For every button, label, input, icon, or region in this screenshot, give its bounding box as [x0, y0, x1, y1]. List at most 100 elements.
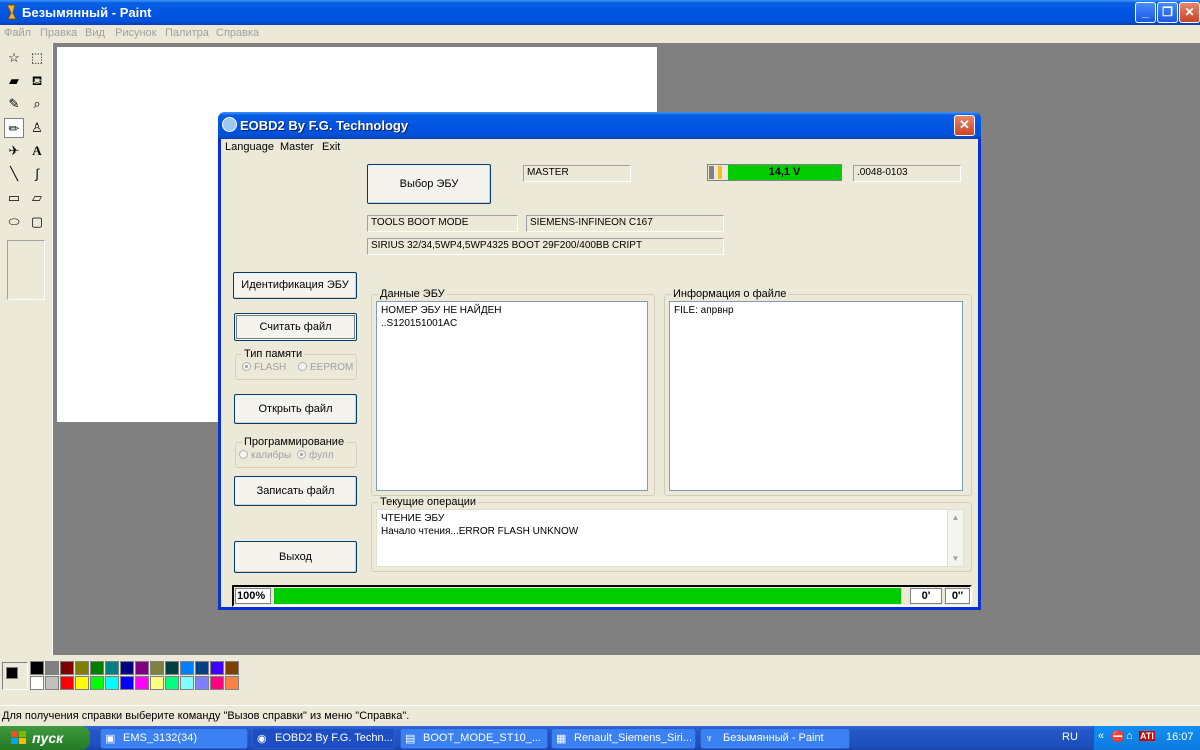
paint-menu-bar: Файл Правка Вид Рисунок Палитра Справка	[0, 25, 1200, 43]
color-swatch[interactable]	[30, 676, 44, 690]
color-swatch[interactable]	[180, 676, 194, 690]
flash-radio[interactable]: FLASH	[242, 362, 286, 373]
file-info-line: FILE: апрвнр	[674, 305, 734, 316]
color-swatch[interactable]	[210, 676, 224, 690]
color-picker-icon[interactable]: ✎	[4, 94, 24, 114]
file-info-list[interactable]: FILE: апрвнр	[669, 301, 963, 491]
task-paint[interactable]: ♆ Безымянный - Paint	[700, 728, 850, 749]
color-swatch[interactable]	[75, 676, 89, 690]
file-info-legend: Информация о файле	[671, 288, 789, 300]
rectangle-icon[interactable]: ▭	[4, 188, 24, 208]
dialog-title-bar[interactable]: EOBD2 By F.G. Technology ✕	[218, 112, 981, 139]
paint-status-bar: Для получения справки выберите команду "…	[0, 705, 1200, 726]
color-swatch[interactable]	[165, 676, 179, 690]
color-swatch[interactable]	[105, 661, 119, 675]
menu-master[interactable]: Master	[280, 141, 314, 153]
eeprom-radio[interactable]: EEPROM	[298, 362, 353, 373]
color-swatch[interactable]	[60, 676, 74, 690]
clock[interactable]: 16:07	[1166, 731, 1194, 743]
color-swatch[interactable]	[165, 661, 179, 675]
cpu-field: SIEMENS-INFINEON C167	[526, 215, 724, 232]
menu-help[interactable]: Справка	[216, 27, 259, 39]
color-swatch[interactable]	[135, 676, 149, 690]
menu-view[interactable]: Вид	[85, 27, 105, 39]
airbrush-icon[interactable]: ✈	[4, 141, 24, 161]
color-swatch[interactable]	[90, 676, 104, 690]
tray-network-icon[interactable]: ⌂	[1126, 730, 1133, 742]
task-boot-mode[interactable]: ▤ BOOT_MODE_ST10_...	[400, 728, 548, 749]
color-swatch[interactable]	[120, 676, 134, 690]
ops-line: ЧТЕНИЕ ЭБУ	[381, 513, 445, 524]
color-swatch[interactable]	[195, 676, 209, 690]
open-file-button[interactable]: Открыть файл	[234, 394, 357, 424]
eraser-icon[interactable]: ▰	[4, 71, 24, 91]
menu-image[interactable]: Рисунок	[115, 27, 157, 39]
color-palette	[0, 655, 1200, 705]
rounded-rect-icon[interactable]: ▢	[27, 212, 47, 232]
brush-icon[interactable]: ♙	[27, 118, 47, 138]
window-icon: ▣	[105, 733, 116, 745]
polygon-icon[interactable]: ▱	[27, 188, 47, 208]
color-swatch[interactable]	[105, 676, 119, 690]
eobd-icon: ◉	[257, 733, 267, 745]
menu-language[interactable]: Language	[225, 141, 274, 153]
dialog-close-button[interactable]: ✕	[954, 115, 975, 136]
curve-icon[interactable]: ∫	[27, 164, 47, 184]
select-ecu-button[interactable]: Выбор ЭБУ	[367, 164, 491, 204]
color-swatch[interactable]	[195, 661, 209, 675]
minimize-button[interactable]: _	[1135, 2, 1156, 23]
start-button[interactable]: пуск	[0, 726, 90, 750]
line-icon[interactable]: ╲	[4, 164, 24, 184]
current-ops-legend: Текущие операции	[378, 496, 479, 508]
paint-title-bar[interactable]: Безымянный - Paint _ ❐ ✕	[0, 0, 1200, 25]
color-swatch[interactable]	[180, 661, 194, 675]
full-radio[interactable]: фулл	[297, 450, 334, 461]
color-swatch[interactable]	[75, 661, 89, 675]
magnifier-icon[interactable]: ⌕	[27, 94, 47, 114]
color-swatch[interactable]	[45, 661, 59, 675]
fill-bucket-icon[interactable]: ⛾	[27, 71, 47, 91]
rect-select-icon[interactable]: ⬚	[27, 48, 47, 68]
tray-app-icon[interactable]: ATI	[1139, 731, 1155, 741]
color-swatch[interactable]	[45, 676, 59, 690]
identify-ecu-button[interactable]: Идентификация ЭБУ	[233, 272, 357, 299]
pencil-icon[interactable]: ✏	[4, 118, 24, 138]
color-swatch[interactable]	[135, 661, 149, 675]
color-swatch[interactable]	[30, 661, 44, 675]
tray-arrow-icon[interactable]: «	[1098, 730, 1104, 742]
color-swatch[interactable]	[90, 661, 104, 675]
dialog-title: EOBD2 By F.G. Technology	[240, 118, 409, 133]
menu-exit[interactable]: Exit	[322, 141, 340, 153]
ecu-data-list[interactable]: НОМЕР ЭБУ НЕ НАЙДЕН ..S120151001AC	[376, 301, 648, 491]
color-swatch[interactable]	[150, 676, 164, 690]
color-swatch[interactable]	[225, 661, 239, 675]
current-ops-list[interactable]: ЧТЕНИЕ ЭБУ Начало чтения...ERROR FLASH U…	[376, 509, 964, 567]
ops-scrollbar[interactable]: ▲ ▼	[947, 510, 963, 566]
text-tool-icon[interactable]: A	[27, 141, 47, 161]
task-eobd2[interactable]: ◉ EOBD2 By F.G. Techn...	[252, 728, 395, 749]
scroll-down-icon[interactable]: ▼	[948, 551, 963, 566]
scroll-up-icon[interactable]: ▲	[948, 510, 963, 525]
task-renault[interactable]: ▦ Renault_Siemens_Siri...	[551, 728, 696, 749]
menu-palette[interactable]: Палитра	[165, 27, 209, 39]
menu-file[interactable]: Файл	[4, 27, 31, 39]
ellipse-icon[interactable]: ⬭	[4, 212, 24, 232]
menu-edit[interactable]: Правка	[40, 27, 77, 39]
calib-radio[interactable]: калибры	[239, 450, 291, 461]
task-ems[interactable]: ▣ EMS_3132(34)	[100, 728, 248, 749]
write-file-button[interactable]: Записать файл	[234, 476, 357, 506]
free-select-icon[interactable]: ☆	[4, 48, 24, 68]
exit-button[interactable]: Выход	[234, 541, 357, 573]
color-swatch[interactable]	[120, 661, 134, 675]
color-swatch[interactable]	[210, 661, 224, 675]
progress-bar: 100% 0' 0''	[232, 585, 972, 607]
language-indicator[interactable]: RU	[1062, 731, 1078, 743]
color-swatch[interactable]	[225, 676, 239, 690]
color-swatch[interactable]	[150, 661, 164, 675]
tray-security-icon[interactable]: ⛔	[1111, 730, 1125, 743]
read-file-button[interactable]: Считать файл	[234, 313, 357, 341]
close-button[interactable]: ✕	[1179, 2, 1200, 23]
maximize-button[interactable]: ❐	[1157, 2, 1178, 23]
tool-options[interactable]	[7, 240, 45, 300]
color-swatch[interactable]	[60, 661, 74, 675]
